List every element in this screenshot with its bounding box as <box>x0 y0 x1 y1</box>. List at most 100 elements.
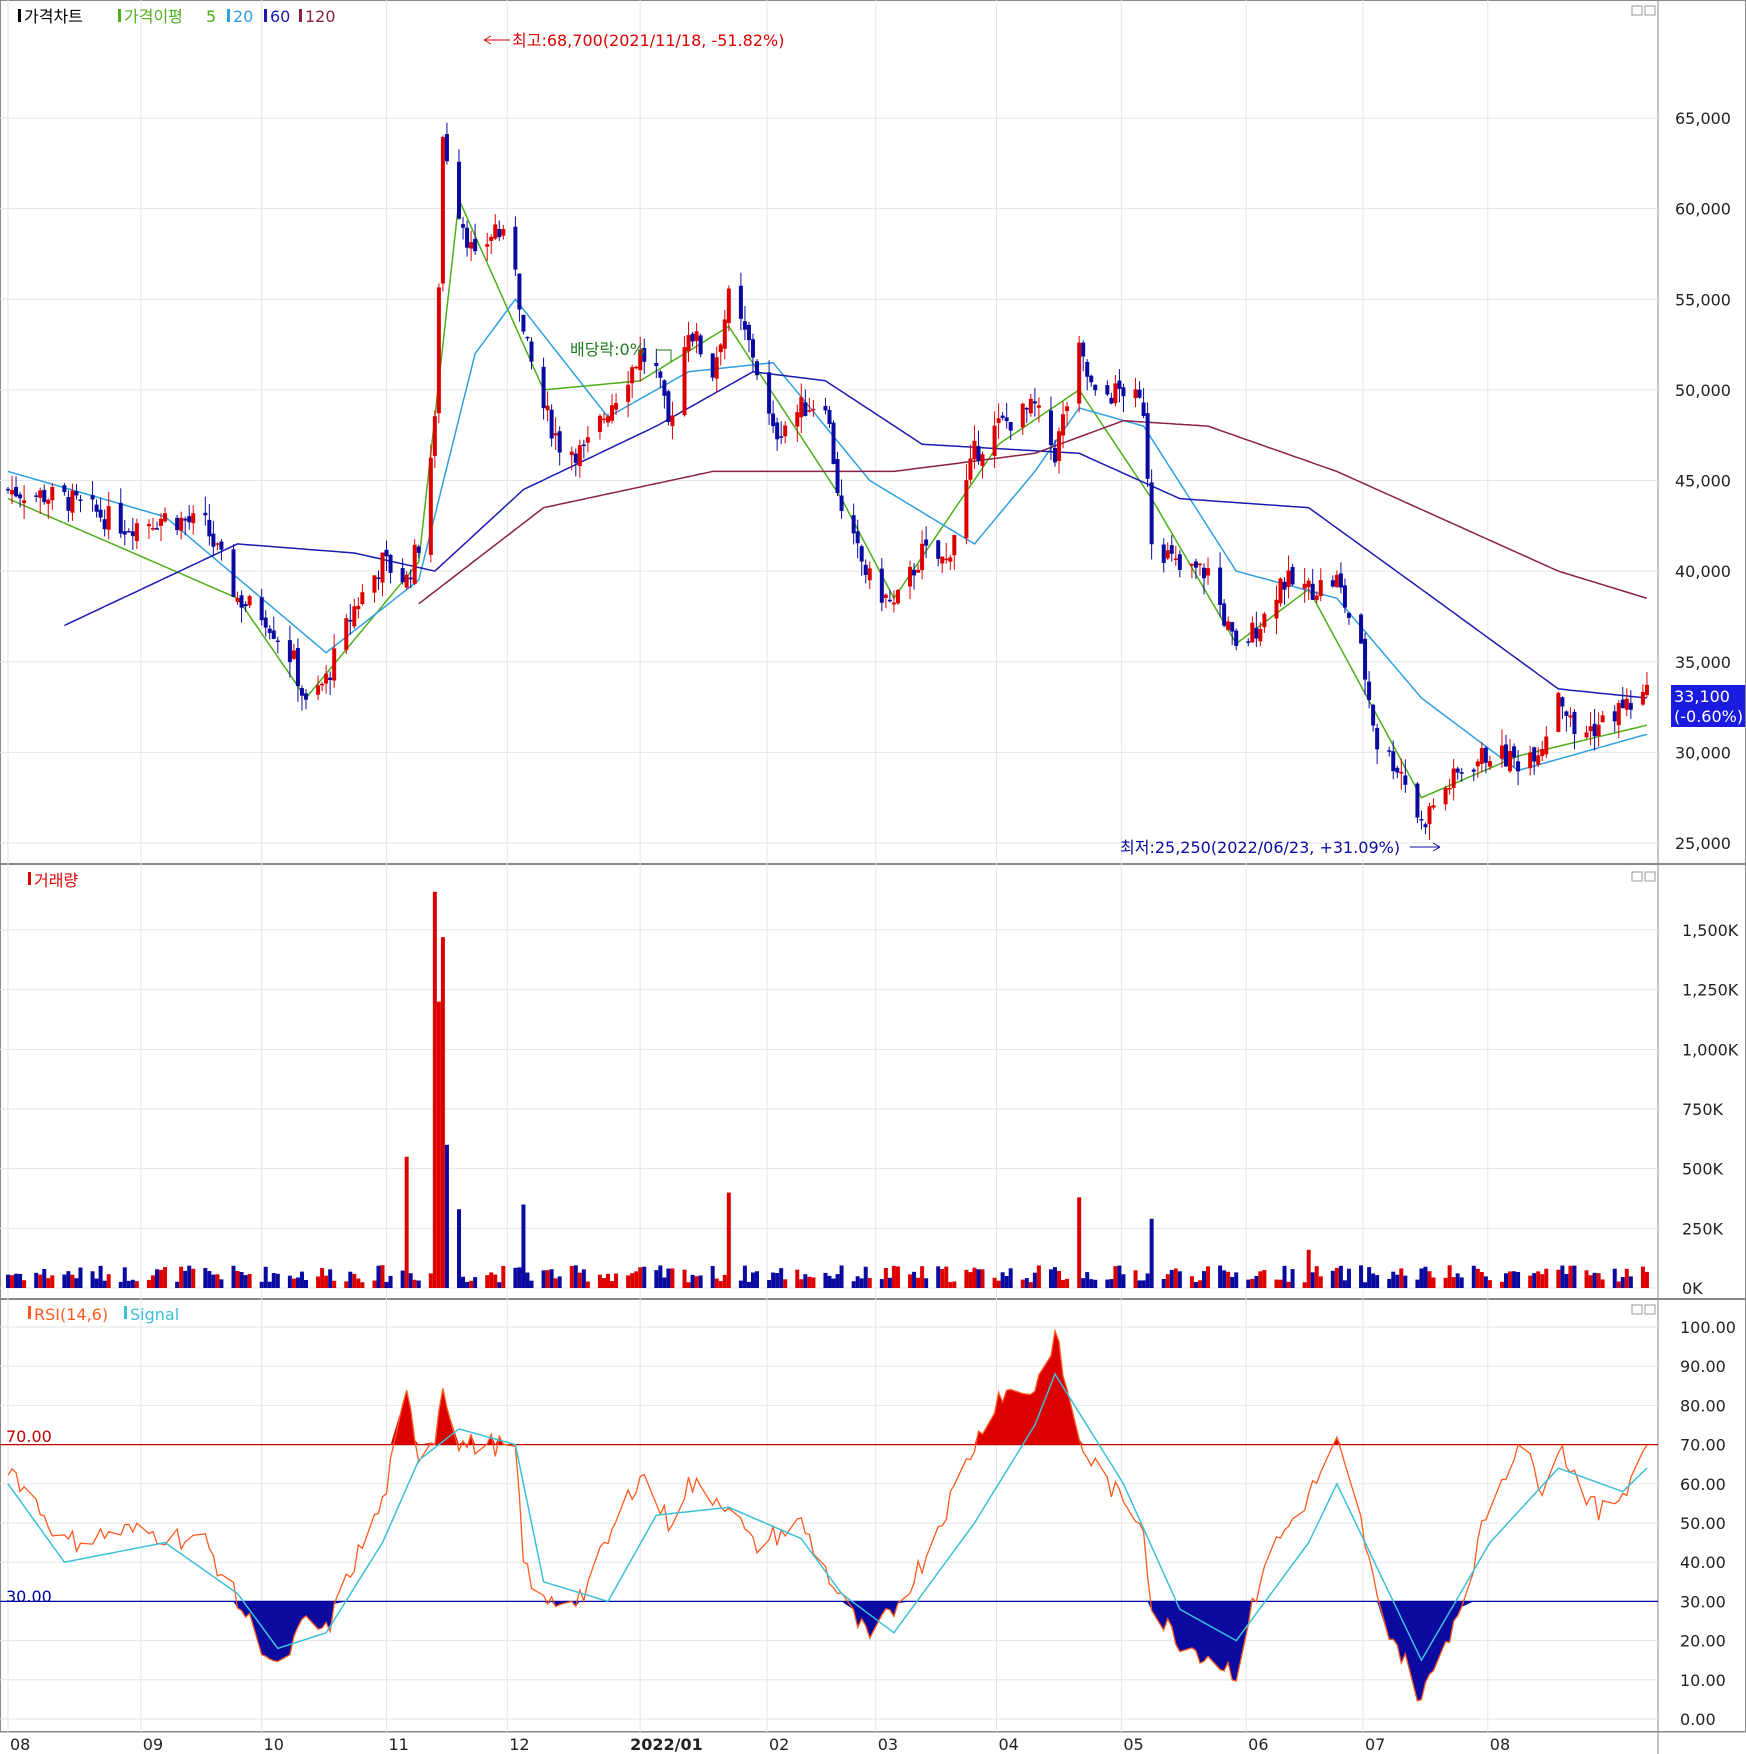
dividend-annotation-arrow <box>656 349 672 362</box>
candle-body <box>1278 578 1283 604</box>
candle-body <box>1169 545 1174 554</box>
volume-bar <box>1455 1273 1460 1288</box>
volume-bar <box>215 1274 220 1288</box>
volume-bar <box>1367 1267 1372 1288</box>
legend-signal: Signal <box>130 1305 179 1324</box>
volume-bar <box>1177 1271 1182 1288</box>
volume-bar <box>1024 1278 1029 1288</box>
volume-bar <box>1508 1271 1513 1288</box>
legend-ma-label: 가격이평 <box>124 7 183 26</box>
candle-body <box>485 244 490 247</box>
price-tick-label: 60,000 <box>1675 200 1731 219</box>
volume-bar <box>259 1281 264 1288</box>
candle-body <box>1230 622 1235 632</box>
minimize-icon[interactable] <box>1631 5 1643 16</box>
rsi-panel-frame <box>0 1299 1746 1732</box>
volume-tick-label: 1,250K <box>1682 981 1739 1000</box>
x-axis-tick-label: 04 <box>999 1735 1019 1754</box>
candle-body <box>299 688 304 696</box>
candle-body <box>328 677 333 680</box>
minimize-icon[interactable] <box>1631 871 1643 882</box>
volume-bar <box>750 1272 755 1288</box>
candle-body <box>1475 761 1480 767</box>
volume-bar <box>1306 1249 1311 1288</box>
volume-bar <box>1149 1218 1154 1288</box>
volume-bar <box>34 1272 39 1288</box>
volume-tick-label: 500K <box>1682 1160 1724 1179</box>
candlesticks <box>6 122 1649 841</box>
x-axis-tick-label: 05 <box>1123 1735 1143 1754</box>
candle-body <box>944 558 949 561</box>
volume-bar <box>783 1279 788 1288</box>
volume-bar <box>275 1273 280 1288</box>
candle-body <box>948 557 953 562</box>
candle-body <box>779 436 784 438</box>
volume-bar <box>1387 1278 1392 1288</box>
volume-bar <box>320 1268 325 1288</box>
rsi-panel-controls[interactable] <box>1631 1304 1656 1315</box>
volume-bar <box>851 1281 856 1288</box>
volume-bar <box>1302 1282 1307 1288</box>
volume-bar <box>295 1277 300 1288</box>
volume-bar <box>1616 1281 1621 1288</box>
axis-ticks: 08 09 10 11 12 2022/01 02 03 04 05 06 07 08 65,000 60,… <box>10 109 1739 1754</box>
volume-bar <box>811 1277 816 1288</box>
volume-bar <box>980 1269 985 1288</box>
close-icon[interactable] <box>1644 871 1656 882</box>
price-tick-label: 65,000 <box>1675 109 1731 128</box>
volume-bar <box>42 1268 47 1288</box>
candle-body <box>1161 544 1166 564</box>
volume-bar <box>1499 1281 1504 1288</box>
current-change: (-0.60%) <box>1674 707 1743 726</box>
close-icon[interactable] <box>1644 5 1656 16</box>
rsi-tick-label: 50.00 <box>1680 1514 1726 1533</box>
rsi-overbought-fill <box>8 1330 1647 1445</box>
volume-bar <box>1479 1271 1484 1288</box>
candle-body <box>541 366 546 409</box>
volume-bar <box>38 1274 43 1288</box>
minimize-icon[interactable] <box>1631 1304 1643 1315</box>
candle-body <box>976 445 981 461</box>
candle-body <box>10 490 15 495</box>
candle-body <box>465 227 470 248</box>
volume-bar <box>1572 1265 1577 1288</box>
candle-body <box>187 516 192 523</box>
volume-bar <box>380 1265 385 1288</box>
rsi-tick-label: 90.00 <box>1680 1357 1726 1376</box>
volume-panel-controls[interactable] <box>1631 871 1656 882</box>
candle-body <box>126 530 131 533</box>
price-tick-label: 40,000 <box>1675 562 1731 581</box>
x-axis-tick-label: 09 <box>143 1735 163 1754</box>
close-icon[interactable] <box>1644 1304 1656 1315</box>
price-tick-label: 30,000 <box>1675 743 1731 762</box>
volume-bar <box>1008 1268 1013 1288</box>
candle-body <box>1600 715 1605 723</box>
volume-bar <box>408 1273 413 1288</box>
volume-bar <box>1640 1266 1645 1288</box>
candle-body <box>1093 384 1098 391</box>
moving-average-lines <box>7 196 1648 799</box>
candle-body <box>1234 630 1239 646</box>
volume-bar <box>1226 1271 1231 1288</box>
candle-body <box>235 597 240 602</box>
candle-body <box>1487 761 1492 767</box>
candle-body <box>1612 711 1617 722</box>
rsi-tick-label: 0.00 <box>1680 1710 1716 1729</box>
volume-bar <box>98 1265 103 1288</box>
volume-bar <box>682 1269 687 1288</box>
volume-bar <box>1487 1280 1492 1288</box>
volume-tick-label: 1,500K <box>1682 921 1739 940</box>
volume-bar <box>654 1270 659 1288</box>
volume-bar <box>1419 1268 1424 1288</box>
candle-body <box>380 552 385 583</box>
volume-bar <box>163 1267 168 1288</box>
candle-body <box>416 546 421 553</box>
volume-bar <box>1330 1270 1335 1288</box>
volume-bar <box>303 1280 308 1288</box>
price-panel-controls[interactable] <box>1631 5 1656 16</box>
candle-body <box>1004 417 1009 422</box>
volume-bar <box>239 1271 244 1288</box>
candle-body <box>597 415 602 432</box>
volume-bar <box>324 1275 329 1288</box>
volume-bar <box>78 1267 83 1288</box>
